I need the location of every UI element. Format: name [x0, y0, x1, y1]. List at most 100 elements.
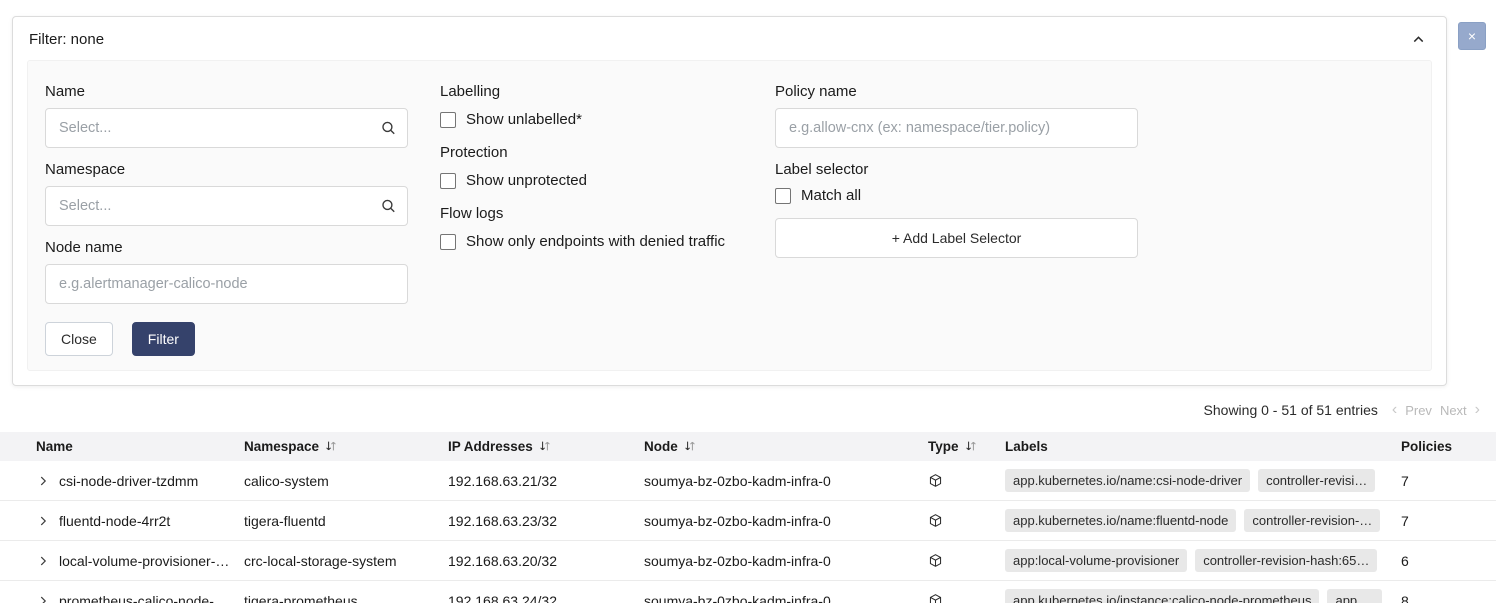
- filter-form-col-left: Name Namespace: [45, 83, 408, 356]
- expand-row-button[interactable]: [36, 594, 50, 603]
- expand-row-button[interactable]: [36, 474, 50, 488]
- match-all-label: Match all: [801, 187, 861, 204]
- show-unprotected-row: Show unprotected: [440, 172, 743, 189]
- expand-row-button[interactable]: [36, 554, 50, 568]
- endpoint-namespace: tigera-fluentd: [244, 501, 448, 541]
- endpoint-labels: app.kubernetes.io/name:csi-node-driver co…: [1005, 469, 1388, 492]
- name-field-group: Name: [45, 83, 408, 148]
- table-row[interactable]: local-volume-provisioner-… crc-local-sto…: [0, 541, 1496, 581]
- filter-form-col-right: Policy name Label selector Match all + A…: [775, 83, 1138, 258]
- endpoint-policies: 6: [1396, 541, 1496, 581]
- label-badge: controller-revision-…: [1244, 509, 1380, 532]
- col-header-labels: Labels: [1005, 432, 1396, 461]
- pod-icon: [928, 553, 997, 568]
- sort-icon[interactable]: [325, 440, 337, 452]
- protection-heading: Protection: [440, 144, 743, 161]
- filter-actions: Close Filter: [45, 322, 408, 356]
- chevron-right-icon: [36, 474, 50, 488]
- chevron-right-icon: [36, 594, 50, 603]
- add-label-selector-button[interactable]: + Add Label Selector: [775, 218, 1138, 258]
- collapse-panel-button[interactable]: [1409, 30, 1428, 49]
- policy-name-field-label: Policy name: [775, 83, 1138, 100]
- endpoint-node: soumya-bz-0zbo-kadm-infra-0: [644, 461, 928, 501]
- namespace-select-input[interactable]: [45, 186, 408, 226]
- pod-icon: [928, 513, 997, 528]
- label-badge: controller-revision-hash:65…: [1195, 549, 1377, 572]
- denied-traffic-checkbox[interactable]: [440, 234, 456, 250]
- endpoint-node: soumya-bz-0zbo-kadm-infra-0: [644, 501, 928, 541]
- match-all-checkbox[interactable]: [775, 188, 791, 204]
- name-field-label: Name: [45, 83, 408, 100]
- sort-icon[interactable]: [965, 440, 977, 452]
- col-header-namespace[interactable]: Namespace: [244, 432, 448, 461]
- endpoint-namespace: calico-system: [244, 461, 448, 501]
- col-header-node[interactable]: Node: [644, 432, 928, 461]
- endpoint-node: soumya-bz-0zbo-kadm-infra-0: [644, 581, 928, 603]
- sort-icon[interactable]: [684, 440, 696, 452]
- node-name-input[interactable]: [45, 264, 408, 304]
- close-button[interactable]: Close: [45, 322, 113, 356]
- show-unprotected-checkbox[interactable]: [440, 173, 456, 189]
- table-row[interactable]: fluentd-node-4rr2t tigera-fluentd 192.16…: [0, 501, 1496, 541]
- col-header-policies: Policies: [1396, 432, 1496, 461]
- endpoint-ip-addresses: 192.168.63.21/32: [448, 461, 644, 501]
- name-select-input[interactable]: [45, 108, 408, 148]
- filter-button[interactable]: Filter: [132, 322, 195, 356]
- endpoint-labels: app.kubernetes.io/instance:calico-node-p…: [1005, 589, 1388, 603]
- col-header-type[interactable]: Type: [928, 432, 1005, 461]
- namespace-field-group: Namespace: [45, 161, 408, 226]
- endpoint-name: local-volume-provisioner-…: [59, 553, 229, 569]
- close-icon: ×: [1468, 28, 1476, 44]
- label-badge: controller-revisi…: [1258, 469, 1375, 492]
- table-row[interactable]: prometheus-calico-node-… tigera-promethe…: [0, 581, 1496, 603]
- match-all-row: Match all: [775, 187, 1138, 204]
- endpoint-labels: app:local-volume-provisioner controller-r…: [1005, 549, 1388, 572]
- endpoint-name: fluentd-node-4rr2t: [59, 513, 170, 529]
- node-name-field-group: Node name: [45, 239, 408, 304]
- table-row[interactable]: csi-node-driver-tzdmm calico-system 192.…: [0, 461, 1496, 501]
- filter-panel: Filter: none Name Namespace: [12, 16, 1447, 386]
- policy-name-field-group: Policy name: [775, 83, 1138, 148]
- node-name-field-label: Node name: [45, 239, 408, 256]
- endpoint-labels: app.kubernetes.io/name:fluentd-node contr…: [1005, 509, 1388, 532]
- label-badge: app:local-volume-provisioner: [1005, 549, 1187, 572]
- chevron-right-icon: [36, 514, 50, 528]
- flow-logs-heading: Flow logs: [440, 205, 743, 222]
- endpoint-ip-addresses: 192.168.63.20/32: [448, 541, 644, 581]
- search-icon: [380, 120, 397, 137]
- sort-icon[interactable]: [539, 440, 551, 452]
- endpoint-node: soumya-bz-0zbo-kadm-infra-0: [644, 541, 928, 581]
- prev-button[interactable]: Prev: [1405, 403, 1432, 418]
- policy-name-input[interactable]: [775, 108, 1138, 148]
- namespace-field-label: Namespace: [45, 161, 408, 178]
- denied-traffic-row: Show only endpoints with denied traffic: [440, 233, 743, 250]
- show-unlabelled-checkbox[interactable]: [440, 112, 456, 128]
- endpoint-policies: 8: [1396, 581, 1496, 603]
- label-badge: app.kubernetes.io/name:fluentd-node: [1005, 509, 1236, 532]
- filter-form-col-middle: Labelling Show unlabelled* Protection Sh…: [440, 83, 743, 266]
- next-button[interactable]: Next: [1440, 403, 1467, 418]
- label-badge: app.kubernetes.io/instance:calico-node-p…: [1005, 589, 1319, 603]
- next-chevron-icon[interactable]: ›: [1475, 402, 1480, 418]
- endpoint-policies: 7: [1396, 461, 1496, 501]
- search-icon: [380, 198, 397, 215]
- endpoint-policies: 7: [1396, 501, 1496, 541]
- pager: ‹ Prev Next ›: [1392, 402, 1480, 418]
- expand-row-button[interactable]: [36, 514, 50, 528]
- endpoint-name: prometheus-calico-node-…: [59, 593, 228, 603]
- pagination: Showing 0 - 51 of 51 entries ‹ Prev Next…: [0, 386, 1496, 432]
- show-unprotected-label: Show unprotected: [466, 172, 587, 189]
- show-unlabelled-row: Show unlabelled*: [440, 111, 743, 128]
- pod-icon: [928, 473, 997, 488]
- filter-panel-title: Filter: none: [29, 31, 104, 48]
- close-panel-button[interactable]: ×: [1458, 22, 1486, 50]
- filter-panel-header: Filter: none: [13, 17, 1446, 58]
- labelling-heading: Labelling: [440, 83, 743, 100]
- endpoint-ip-addresses: 192.168.63.23/32: [448, 501, 644, 541]
- label-badge: app.kubernetes.io/name:csi-node-driver: [1005, 469, 1250, 492]
- table-body: csi-node-driver-tzdmm calico-system 192.…: [0, 461, 1496, 603]
- col-header-ip-addresses[interactable]: IP Addresses: [448, 432, 644, 461]
- prev-chevron-icon[interactable]: ‹: [1392, 402, 1397, 418]
- endpoints-table: Name Namespace IP Addresses Node Type La…: [0, 432, 1496, 603]
- endpoint-namespace: tigera-prometheus: [244, 581, 448, 603]
